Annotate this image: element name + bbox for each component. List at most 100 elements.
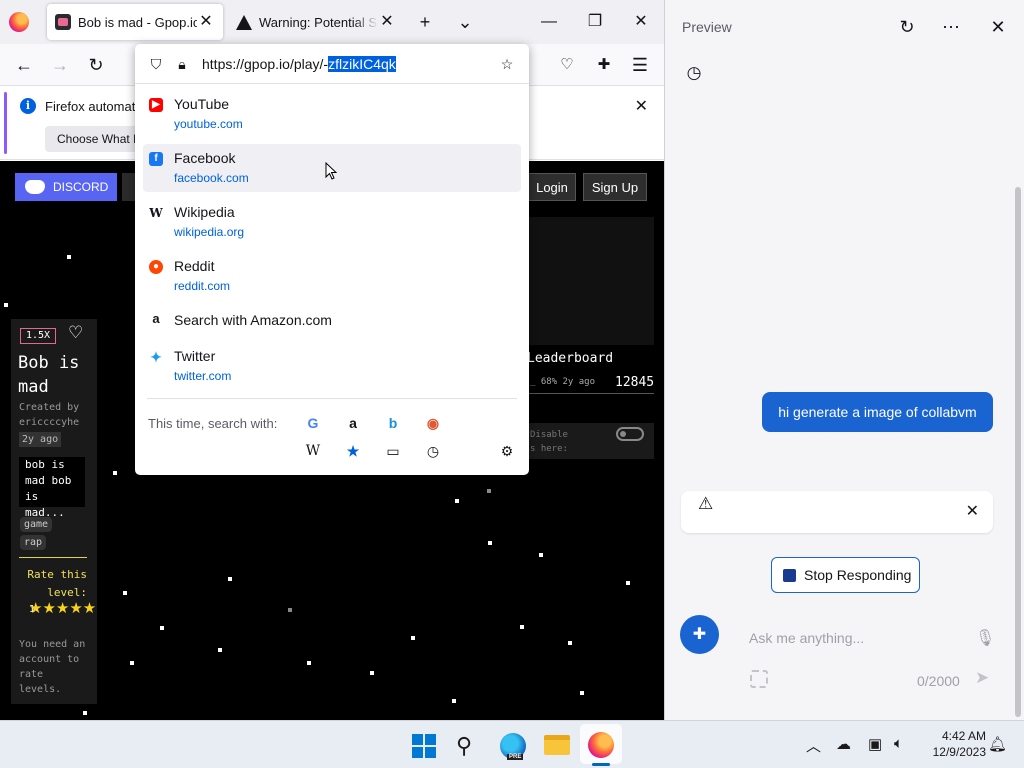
list-all-tabs-button[interactable]: ⌄ [453,10,477,34]
suggestion-wikipedia[interactable]: W Wikipedia wikipedia.org [143,198,521,246]
scrollbar-thumb[interactable] [1015,187,1021,717]
cloud-offline-icon[interactable]: ☁ [836,735,851,753]
suggestion-reddit[interactable]: ● Reddit reddit.com [143,252,521,300]
age-badge: 2y ago [19,432,62,447]
history-search-icon[interactable]: ◷ [423,441,443,461]
minimize-button[interactable]: — [535,8,563,36]
choose-what-i-share-button[interactable]: Choose What I [45,126,145,152]
background-star [580,691,584,695]
pocket-icon[interactable]: ♡ [555,53,579,77]
background-star [123,591,127,595]
new-tab-button[interactable]: + [413,10,437,34]
suggestion-amazon-search[interactable]: a Search with Amazon.com [143,304,521,334]
bookmarks-search-icon[interactable]: ★ [343,441,363,461]
show-hidden-icons-chevron-icon[interactable]: ︿ [806,735,821,756]
amazon-icon: a [152,311,160,326]
google-icon[interactable]: G [303,413,323,433]
url-selection: zflzikIC4qk [328,56,396,72]
close-sidebar-icon[interactable]: ✕ [985,14,1011,40]
wikipedia-engine-icon[interactable]: W [303,441,323,461]
firefox-window: Bob is mad - Gpop.io ✕ Warning: Potentia… [0,0,664,720]
level-meta: Created by ericcccyhe 2y ago [19,400,94,447]
suggestion-url: youtube.com [174,117,243,131]
menu-icon[interactable]: ☰ [628,53,652,77]
disable-text: Disable s here: [530,430,568,454]
disable-toggle[interactable] [616,427,644,441]
leaderboard-score: 12845 [615,375,655,390]
tag-rap[interactable]: rap [20,535,47,550]
active-app-indicator [592,763,610,766]
extensions-icon[interactable]: ✚ [592,53,616,77]
tracking-shield-icon[interactable]: ⛉ [147,55,165,73]
creator-name[interactable]: ericcccyhe [19,415,94,430]
suggestion-twitter[interactable]: ✦ Twitter twitter.com [143,342,521,390]
network-icon[interactable]: ▣ [868,735,882,753]
background-star [487,489,491,493]
rate-note: You need an account to rate levels. [19,639,86,695]
second-header-button[interactable] [122,173,136,201]
address-bar[interactable]: ⛉ 🔒︎ https://gpop.io/play/-zflzikIC4qk ☆ [135,44,529,84]
history-icon[interactable]: ◷ [684,63,704,83]
suggestion-title: Wikipedia [174,204,235,220]
info-icon: i [20,98,36,114]
file-explorer-icon[interactable] [544,735,570,755]
rating-stars[interactable]: ★★★★★ [29,601,96,617]
suggestion-title: Facebook [174,150,236,166]
background-star [113,471,117,475]
forward-arrow-icon[interactable]: → [48,53,72,77]
new-topic-button[interactable]: ✚ [680,615,719,654]
heart-icon[interactable]: ♡ [68,323,83,343]
tab-bob-is-mad[interactable]: Bob is mad - Gpop.io ✕ [47,4,223,40]
discord-button[interactable]: DISCORD [15,173,117,201]
microphone-icon[interactable]: 🎙︎ [975,628,995,648]
notification-bell-icon[interactable]: 🔔︎ [988,735,1007,753]
close-window-button[interactable]: ✕ [627,8,655,36]
firefox-icon[interactable] [588,732,614,758]
image-upload-icon[interactable] [750,670,768,688]
tabs-search-icon[interactable]: ▭ [383,441,403,461]
signup-button[interactable]: Sign Up [583,173,647,201]
amazon-engine-icon[interactable]: a [343,413,363,433]
back-arrow-icon[interactable]: ← [12,53,36,77]
send-icon[interactable]: ➤ [975,668,989,688]
background-star [411,636,415,640]
duckduckgo-icon[interactable]: ◉ [423,413,443,433]
dismiss-warning-icon[interactable]: ✕ [966,501,979,521]
clock-time: 4:42 AM [941,729,986,743]
background-star [218,648,222,652]
stop-responding-button[interactable]: Stop Responding [771,557,920,593]
close-notification-icon[interactable]: ✕ [635,96,648,116]
url-text[interactable]: https://gpop.io/play/-zflzikIC4qk [202,56,396,72]
search-icon[interactable]: ⚲ [456,733,472,759]
tab-warning[interactable]: Warning: Potential Secu ✕ [228,4,404,40]
bing-icon[interactable]: b [383,413,403,433]
background-star [288,608,292,612]
url-prefix: https://gpop.io/play/- [202,56,329,72]
background-star [130,661,134,665]
more-options-icon[interactable]: ⋯ [938,14,964,40]
login-button[interactable]: Login [528,173,576,201]
system-clock[interactable]: 4:42 AM 12/9/2023 [920,728,986,760]
close-tab-icon[interactable]: ✕ [197,13,215,31]
start-windows-icon[interactable] [412,734,436,758]
volume-muted-icon[interactable]: 🔈︎ [894,735,903,752]
reload-icon[interactable]: ↻ [84,53,108,77]
firefox-view-icon[interactable] [9,12,29,32]
search-settings-gear-icon[interactable]: ⚙ [497,441,517,461]
urlbar-popup: ⛉ 🔒︎ https://gpop.io/play/-zflzikIC4qk ☆… [135,44,529,475]
background-star [83,711,87,715]
edge-pre-badge: PRE [507,754,524,760]
maximize-button[interactable]: ❐ [581,8,609,36]
close-tab-icon[interactable]: ✕ [378,13,396,31]
bookmark-star-icon[interactable]: ☆ [498,55,516,73]
suggestion-youtube[interactable]: ▶ YouTube youtube.com [143,90,521,138]
refresh-icon[interactable]: ↻ [894,14,920,40]
copilot-sidebar: Preview ↻ ⋯ ✕ ◷ hi generate a image of c… [664,0,1024,720]
lock-icon[interactable]: 🔒︎ [173,55,191,73]
level-description: bob is mad bob is mad... [19,457,85,519]
tag-game[interactable]: game [20,517,53,532]
windows-taskbar: ⚲ PRE ︿ ☁ ▣ 🔈︎ 4:42 AM 12/9/2023 🔔︎ [0,720,1024,768]
youtube-icon: ▶ [149,98,163,112]
ask-input[interactable] [749,630,949,646]
char-counter: 0/2000 [917,673,960,689]
